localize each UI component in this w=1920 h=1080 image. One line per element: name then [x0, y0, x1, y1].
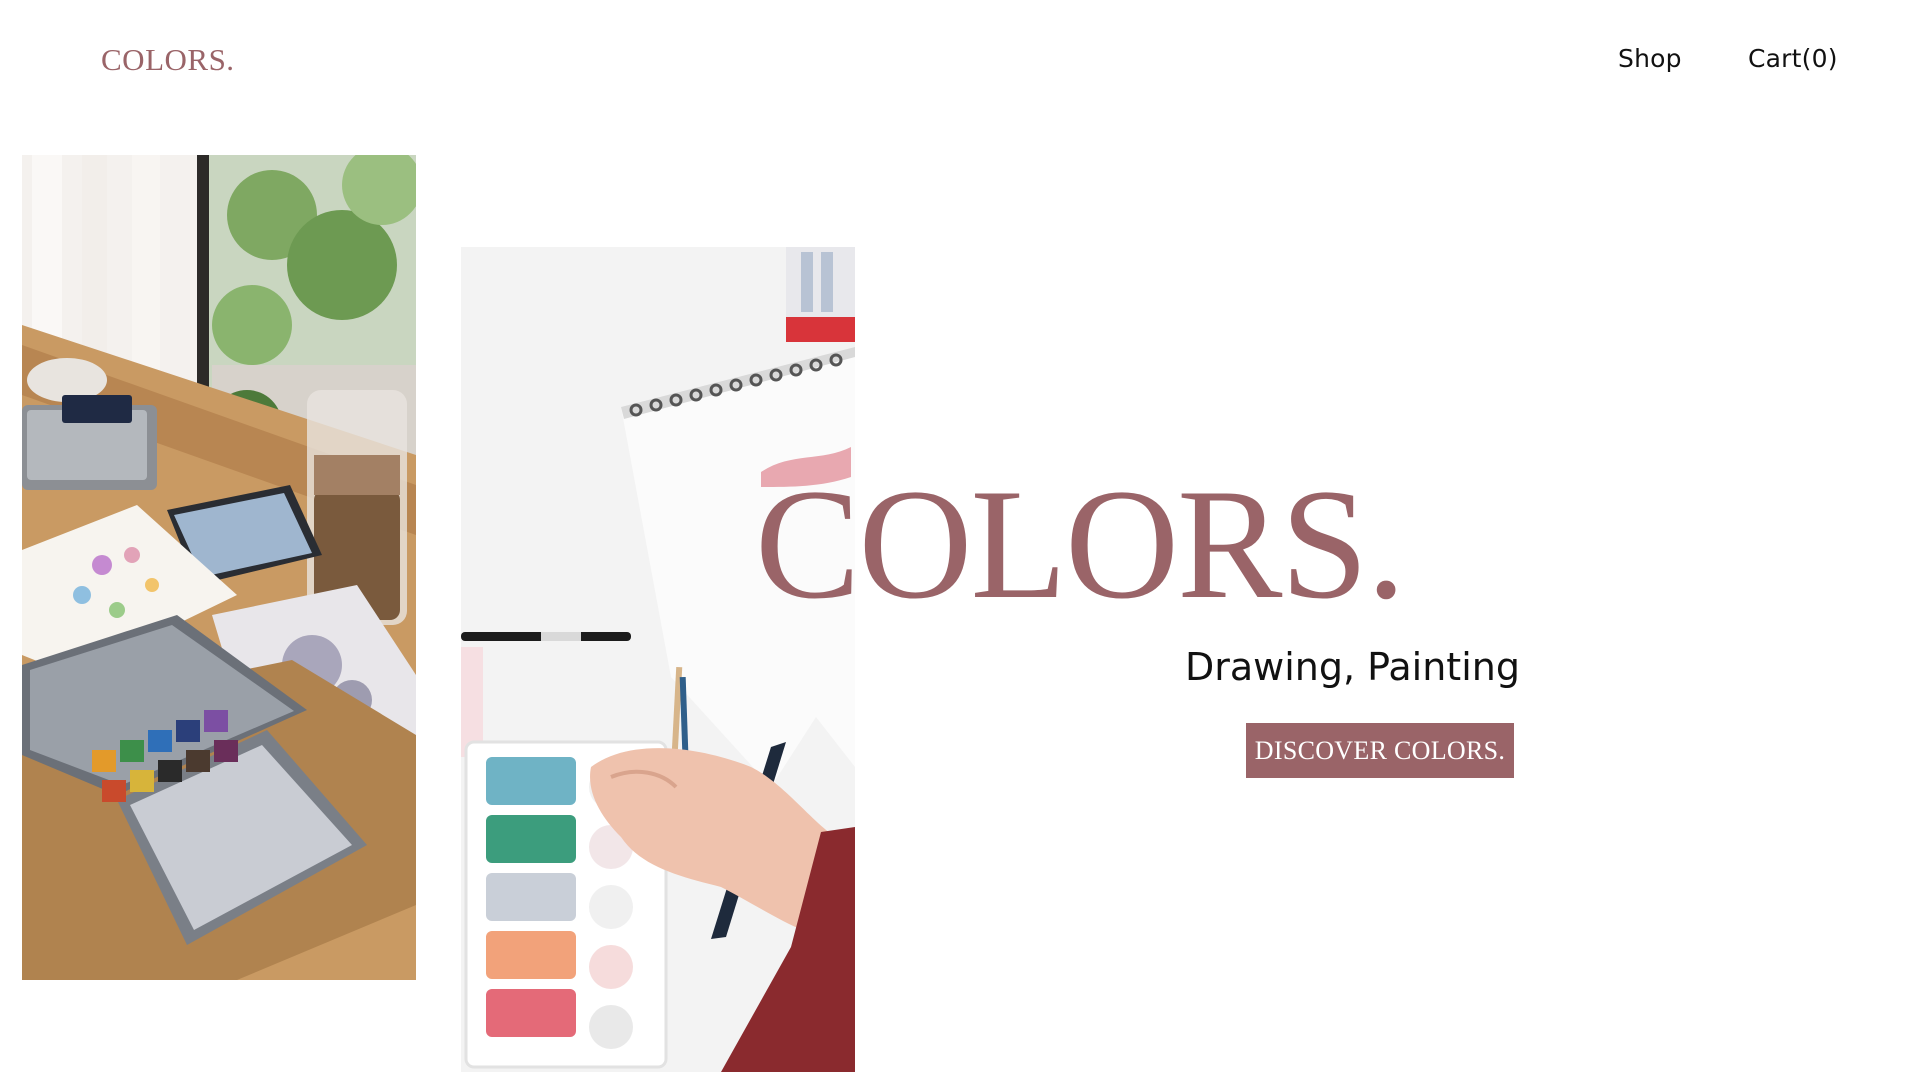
nav-shop-link[interactable]: Shop — [1618, 46, 1682, 71]
discover-colors-button[interactable]: DISCOVER COLORS. — [1246, 723, 1514, 778]
hero-title: COLORS. — [755, 457, 1406, 632]
hero-photo-painting-hand — [461, 247, 855, 1072]
nav-cart-link[interactable]: Cart(0) — [1748, 46, 1838, 71]
page: COLORS. Shop Cart(0) COLORS. Drawing, Pa… — [0, 0, 1920, 1080]
hero-subtitle: Drawing, Painting — [1185, 645, 1520, 689]
site-logo[interactable]: COLORS. — [101, 44, 235, 75]
hero-photo-watercolor-desk — [22, 155, 416, 980]
